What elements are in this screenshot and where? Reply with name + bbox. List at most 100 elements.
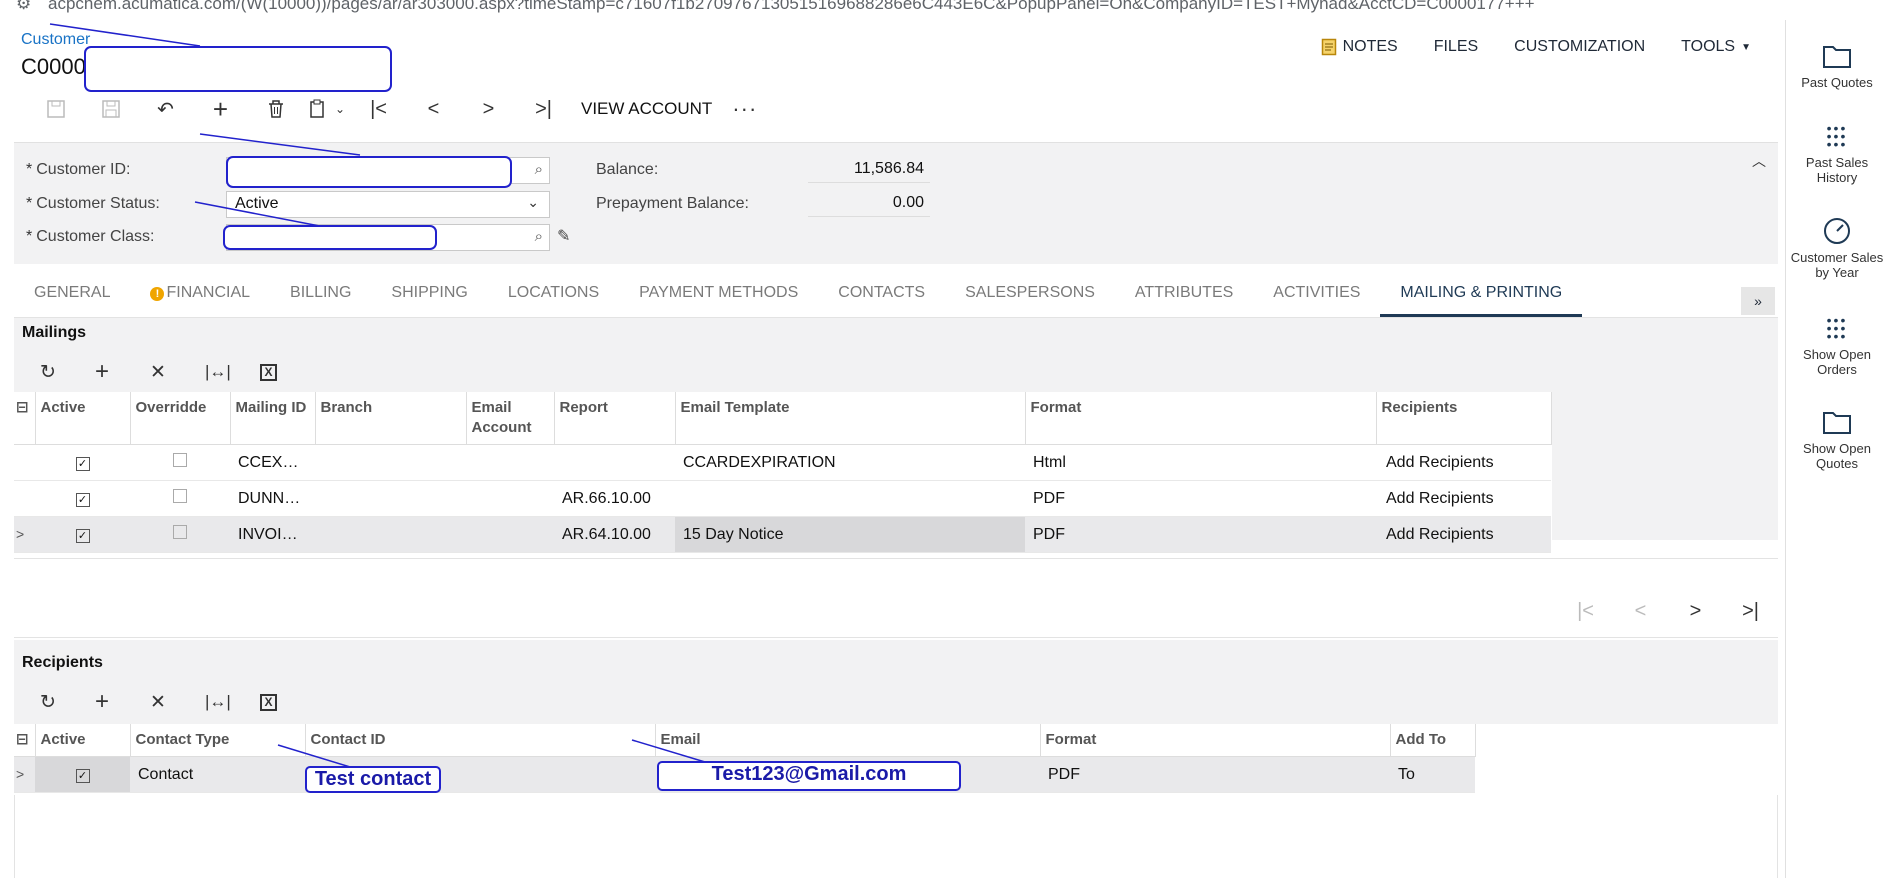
delete-row-button[interactable]: ✕ <box>136 688 191 716</box>
col-branch[interactable]: Branch <box>315 392 467 445</box>
active-checkbox[interactable]: ✓ <box>35 516 130 553</box>
col-recipients[interactable]: Recipients <box>1376 392 1552 445</box>
col-contact-type[interactable]: Contact Type <box>130 724 306 757</box>
col-format[interactable]: Format <box>1025 392 1377 445</box>
col-format[interactable]: Format <box>1040 724 1391 757</box>
active-checkbox[interactable]: ✓ <box>35 756 130 793</box>
tab-payment-methods[interactable]: PAYMENT METHODS <box>619 278 818 317</box>
add-recipients-link[interactable]: Add Recipients <box>1376 444 1551 481</box>
customization-button[interactable]: CUSTOMIZATION <box>1514 38 1645 56</box>
col-report[interactable]: Report <box>554 392 676 445</box>
last-record-button[interactable]: >| <box>516 94 571 124</box>
address-bar-url[interactable]: acpchem.acumatica.com/(W(10000))/pages/a… <box>48 0 1535 14</box>
col-active[interactable]: Active <box>35 724 131 757</box>
mailing-id-cell[interactable]: DUNN… <box>230 480 315 517</box>
next-record-button[interactable]: > <box>461 94 516 124</box>
branch-cell[interactable] <box>315 516 466 553</box>
edit-pencil-icon[interactable]: ✎ <box>557 226 570 246</box>
refresh-button[interactable]: ↻ <box>26 358 81 386</box>
report-cell[interactable]: AR.66.10.00 <box>554 480 675 517</box>
report-cell[interactable]: AR.64.10.00 <box>554 516 675 553</box>
site-info-icon[interactable]: ⚙ <box>16 0 31 14</box>
override-checkbox[interactable] <box>130 480 230 517</box>
collapse-icon[interactable]: ︿ <box>1752 151 1766 171</box>
sidebar-item-past-quotes[interactable]: Past Quotes <box>1786 40 1887 90</box>
more-tabs-icon[interactable]: » <box>1741 287 1775 315</box>
refresh-button[interactable]: ↻ <box>26 688 81 716</box>
col-override[interactable]: Overridde <box>130 392 231 445</box>
tab-billing[interactable]: BILLING <box>270 278 371 317</box>
export-excel-button[interactable]: X <box>246 688 301 716</box>
fit-columns-button[interactable]: |↔| <box>191 358 246 386</box>
row-selector[interactable]: > <box>14 756 35 793</box>
mailing-id-cell[interactable]: CCEX… <box>230 444 315 481</box>
tab-salespersons[interactable]: SALESPERSONS <box>945 278 1115 317</box>
tab-financial[interactable]: ! FINANCIAL <box>130 278 270 317</box>
email-account-cell[interactable] <box>466 516 554 553</box>
table-row[interactable]: > ✓ INVOI… AR.64.10.00 15 Day Notice PDF… <box>14 516 1551 553</box>
branch-cell[interactable] <box>315 444 466 481</box>
sidebar-item-show-open-quotes[interactable]: Show Open Quotes <box>1786 406 1887 471</box>
row-selector[interactable]: > <box>14 516 35 553</box>
col-active[interactable]: Active <box>35 392 131 445</box>
last-page-button[interactable]: >| <box>1723 600 1778 630</box>
format-cell[interactable]: PDF <box>1040 756 1390 793</box>
report-cell[interactable] <box>554 444 675 481</box>
save-button[interactable] <box>83 94 138 124</box>
tab-contacts[interactable]: CONTACTS <box>818 278 945 317</box>
format-cell[interactable]: PDF <box>1025 480 1376 517</box>
tools-menu[interactable]: TOOLS ▼ <box>1681 38 1751 56</box>
col-email[interactable]: Email <box>655 724 1041 757</box>
sidebar-item-customer-sales-by-year[interactable]: Customer Sales by Year <box>1786 215 1887 280</box>
active-checkbox[interactable]: ✓ <box>35 480 130 517</box>
files-button[interactable]: FILES <box>1434 38 1478 56</box>
fit-columns-button[interactable]: |↔| <box>191 688 246 716</box>
contact-type-cell[interactable]: Contact <box>130 756 305 793</box>
add-row-button[interactable]: + <box>81 688 136 716</box>
add-to-cell[interactable]: To <box>1390 756 1475 793</box>
override-checkbox[interactable] <box>130 444 230 481</box>
search-icon[interactable]: ⌕ <box>535 228 543 245</box>
prev-record-button[interactable]: < <box>406 94 461 124</box>
active-checkbox[interactable]: ✓ <box>35 444 130 481</box>
address-bar[interactable]: ⚙ acpchem.acumatica.com/(W(10000))/pages… <box>0 0 1887 20</box>
copy-paste-button[interactable]: ⌄ <box>303 94 351 124</box>
grid-settings-cell[interactable]: ⊟ <box>14 392 36 445</box>
col-mailing-id[interactable]: Mailing ID <box>230 392 316 445</box>
tab-general[interactable]: GENERAL <box>14 278 130 317</box>
table-row[interactable]: ✓ CCEX… CCARDEXPIRATION Html Add Recipie… <box>14 444 1551 481</box>
add-row-button[interactable]: + <box>81 358 136 386</box>
prev-page-button[interactable]: < <box>1613 600 1668 630</box>
save-close-button[interactable] <box>28 94 83 124</box>
first-record-button[interactable]: |< <box>351 94 406 124</box>
override-checkbox[interactable] <box>130 516 230 553</box>
breadcrumb[interactable]: Customer <box>21 31 90 49</box>
export-excel-button[interactable]: X <box>246 358 301 386</box>
col-email-template[interactable]: Email Template <box>675 392 1026 445</box>
tab-attributes[interactable]: ATTRIBUTES <box>1115 278 1253 317</box>
tab-activities[interactable]: ACTIVITIES <box>1253 278 1380 317</box>
customer-status-select[interactable]: Active ⌄ <box>226 191 550 218</box>
notes-button[interactable]: NOTES <box>1321 38 1398 56</box>
table-row[interactable]: ✓ DUNN… AR.66.10.00 PDF Add Recipients <box>14 480 1551 517</box>
template-cell[interactable]: CCARDEXPIRATION <box>675 444 1025 481</box>
next-page-button[interactable]: > <box>1668 600 1723 630</box>
row-selector[interactable] <box>14 480 35 517</box>
tab-mailing-printing[interactable]: MAILING & PRINTING <box>1380 278 1583 317</box>
email-account-cell[interactable] <box>466 444 554 481</box>
tab-shipping[interactable]: SHIPPING <box>371 278 487 317</box>
add-button[interactable]: + <box>193 94 248 124</box>
branch-cell[interactable] <box>315 480 466 517</box>
first-page-button[interactable]: |< <box>1558 600 1613 630</box>
template-cell[interactable]: 15 Day Notice <box>675 516 1025 553</box>
template-cell[interactable] <box>675 480 1025 517</box>
tab-locations[interactable]: LOCATIONS <box>488 278 619 317</box>
add-recipients-link[interactable]: Add Recipients <box>1376 480 1551 517</box>
col-email-account[interactable]: Email Account <box>466 392 555 445</box>
delete-button[interactable] <box>248 94 303 124</box>
row-selector[interactable] <box>14 444 35 481</box>
more-actions-button[interactable]: ··· <box>732 96 757 122</box>
delete-row-button[interactable]: ✕ <box>136 358 191 386</box>
col-add-to[interactable]: Add To <box>1390 724 1476 757</box>
add-recipients-link[interactable]: Add Recipients <box>1376 516 1551 553</box>
